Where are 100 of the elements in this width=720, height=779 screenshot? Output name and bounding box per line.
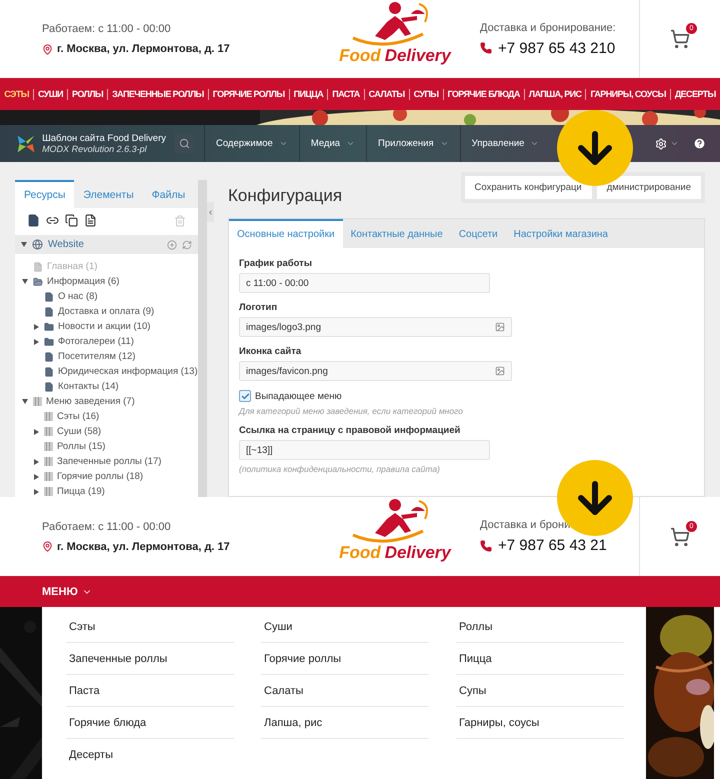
action-button[interactable]: Сохранить конфигураци [464, 176, 592, 199]
caret-icon [670, 139, 679, 148]
caret-icon [530, 139, 540, 148]
new-document-icon[interactable] [27, 214, 40, 227]
category-icon [44, 472, 53, 481]
nav-link[interactable]: СУПЫ [408, 88, 442, 100]
search-icon [178, 138, 190, 148]
menu-link[interactable]: Горячие блюда [66, 707, 234, 739]
category-icon [44, 427, 53, 436]
page-icon [44, 382, 54, 392]
nav-link[interactable]: ПИЦЦА [288, 88, 328, 100]
document-icon[interactable] [84, 214, 97, 227]
category-icon [33, 397, 42, 406]
logo-text: Delivery [384, 46, 451, 66]
collapsed-arrow-icon[interactable] [34, 488, 38, 494]
action-button[interactable]: дминистрирование [596, 176, 701, 199]
cart-icon[interactable] [670, 526, 690, 546]
menu-link[interactable]: Паста [66, 675, 234, 707]
collapsed-arrow-icon[interactable] [34, 458, 38, 464]
nav-link[interactable]: ДЕСЕРТЫ [670, 88, 720, 100]
search-button[interactable] [174, 133, 194, 153]
settings-button[interactable] [655, 138, 679, 150]
opening-hours: Работаем: с 11:00 - 00:00 [42, 520, 172, 532]
phone-number: +7 987 65 43 210 [498, 40, 616, 56]
tree-item[interactable]: Горячие роллы (18) [57, 471, 144, 482]
field-label: Логотип [239, 302, 278, 313]
tree-item[interactable]: Сэты (16) [57, 411, 100, 422]
location-pin-icon [42, 541, 53, 552]
menu-link[interactable]: Горячие роллы [261, 643, 429, 675]
menu-link[interactable]: Пицца [456, 643, 624, 675]
input-field[interactable]: [[~13]] [239, 440, 490, 460]
menu-link[interactable]: Салаты [261, 675, 429, 707]
globe-icon [32, 239, 43, 250]
tree-item[interactable]: Информация (6) [47, 276, 120, 287]
nav-link[interactable]: ГАРНИРЫ, СОУСЫ [585, 88, 670, 100]
page-icon [44, 292, 54, 302]
tree-item[interactable]: Юридическая информация (13) [58, 366, 198, 377]
folder-icon [33, 276, 43, 286]
input-field[interactable]: с 11:00 - 00:00 [239, 273, 490, 293]
logo-text: Food [339, 46, 381, 66]
checkbox-label: Выпадающее меню [255, 390, 342, 402]
tree-item[interactable]: Доставка и оплата (9) [58, 306, 154, 317]
expanded-arrow-icon[interactable] [21, 242, 27, 247]
copy-icon[interactable] [65, 214, 78, 227]
field-hint: (политика конфиденциальности, правила сайта) [239, 464, 441, 474]
caret-icon [278, 139, 288, 148]
tree-item[interactable]: Запеченные роллы (17) [57, 456, 162, 467]
category-icon [44, 442, 53, 451]
expanded-arrow-icon[interactable] [22, 279, 28, 284]
collapsed-arrow-icon[interactable] [34, 324, 38, 330]
page-icon [44, 352, 54, 362]
tree-item[interactable]: Меню заведения (7) [46, 396, 135, 407]
address: г. Москва, ул. Лермонтова, д. 17 [57, 540, 230, 552]
nav-link[interactable]: САЛАТЫ [364, 88, 409, 100]
nav-link[interactable]: ПАСТА [327, 88, 364, 100]
tree-item[interactable]: Посетителям (12) [58, 351, 136, 362]
help-button[interactable] [693, 137, 706, 150]
input-field[interactable]: images/logo3.png [239, 317, 512, 337]
collapsed-arrow-icon[interactable] [34, 474, 38, 480]
address: г. Москва, ул. Лермонтова, д. 17 [57, 43, 230, 55]
nav-link[interactable]: РОЛЛЫ [67, 88, 108, 100]
tree-item[interactable]: Пицца (19) [57, 486, 105, 497]
settings-tab[interactable]: Основные настройки [229, 219, 343, 248]
tree-item[interactable]: Фотогалереи (11) [58, 336, 134, 347]
image-icon[interactable] [495, 366, 505, 376]
menu-link[interactable]: Десерты [66, 739, 234, 771]
menu-button[interactable]: МЕНЮ [42, 586, 92, 598]
field-label: Ссылка на страницу с правовой информацией [239, 425, 462, 436]
menu-link[interactable]: Супы [456, 675, 624, 707]
menu-link[interactable]: Сэты [66, 611, 234, 643]
nav-link[interactable]: СУШИ [32, 88, 68, 100]
expanded-arrow-icon[interactable] [22, 399, 28, 404]
caret-icon [440, 139, 449, 148]
image-icon[interactable] [495, 322, 505, 332]
collapsed-arrow-icon[interactable] [34, 338, 38, 344]
tree-item[interactable]: Новости и акции (10) [58, 321, 150, 332]
input-field[interactable]: images/favicon.png [239, 361, 512, 381]
nav-link[interactable]: ГОРЯЧИЕ РОЛЛЫ [208, 88, 289, 100]
menu-link[interactable]: Гарниры, соусы [456, 707, 624, 739]
nav-link[interactable]: ЛАПША, РИС [524, 88, 586, 100]
panel-tab[interactable]: Ресурсы [15, 180, 74, 208]
nav-link[interactable]: ЗАПЕЧЕННЫЕ РОЛЛЫ [107, 88, 208, 100]
collapsed-arrow-icon[interactable] [34, 428, 38, 434]
tree-item[interactable]: Роллы (15) [57, 441, 106, 452]
nav-link[interactable]: СЭТЫ [0, 88, 33, 100]
menu-link[interactable]: Запеченные роллы [66, 643, 234, 675]
tree-item[interactable]: О нас (8) [58, 291, 98, 302]
collapse-handle[interactable] [207, 202, 214, 222]
tree-item[interactable]: Контакты (14) [58, 381, 119, 392]
page-icon [33, 262, 43, 272]
menu-link[interactable]: Лапша, рис [261, 707, 429, 739]
nav-link[interactable]: ГОРЯЧИЕ БЛЮДА [442, 88, 524, 100]
scrollbar[interactable] [198, 180, 207, 497]
checkbox[interactable] [239, 390, 251, 402]
menu-link[interactable]: Роллы [456, 611, 624, 643]
logo-text: Food [339, 543, 381, 563]
menu-link[interactable]: Суши [261, 611, 429, 643]
cart-icon[interactable] [670, 29, 690, 49]
tree-item[interactable]: Суши (58) [57, 426, 102, 437]
field-hint: Для категорий меню заведения, если категорий много [239, 406, 464, 416]
